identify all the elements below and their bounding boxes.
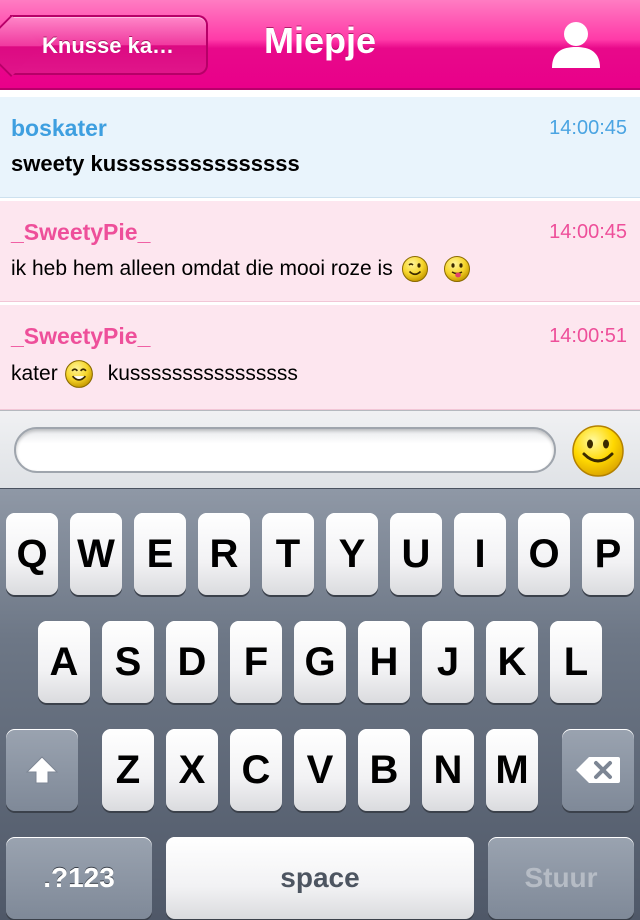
backspace-key[interactable] — [562, 729, 634, 811]
back-button-label: Knusse ka… — [42, 33, 175, 58]
key-u[interactable]: U — [390, 513, 442, 595]
message-list[interactable]: boskater 14:00:45 sweety kusssssssssssss… — [0, 92, 640, 410]
tongue-smiley-icon — [443, 255, 471, 283]
key-c[interactable]: C — [230, 729, 282, 811]
message-author[interactable]: _SweetyPie_ — [11, 323, 150, 350]
key-w[interactable]: W — [70, 513, 122, 595]
happy-smiley-icon — [64, 359, 94, 389]
key-g[interactable]: G — [294, 621, 346, 703]
message-item: _SweetyPie_ 14:00:51 kater kusssssssssss… — [0, 302, 640, 410]
shift-key[interactable] — [6, 729, 78, 811]
message-item: _SweetyPie_ 14:00:45 ik heb hem alleen o… — [0, 198, 640, 302]
key-k[interactable]: K — [486, 621, 538, 703]
message-item: boskater 14:00:45 sweety kusssssssssssss… — [0, 94, 640, 198]
key-z[interactable]: Z — [102, 729, 154, 811]
message-text: kater kussssssssssssssss — [11, 359, 298, 389]
key-o[interactable]: O — [518, 513, 570, 595]
key-x[interactable]: X — [166, 729, 218, 811]
key-p[interactable]: P — [582, 513, 634, 595]
message-text: sweety kusssssssssssssss — [11, 151, 300, 176]
message-author[interactable]: _SweetyPie_ — [11, 219, 150, 246]
message-time: 14:00:45 — [549, 117, 627, 139]
key-n[interactable]: N — [422, 729, 474, 811]
shift-arrow-icon — [25, 756, 59, 784]
message-text-part: kater — [11, 362, 58, 385]
key-b[interactable]: B — [358, 729, 410, 811]
key-e[interactable]: E — [134, 513, 186, 595]
key-s[interactable]: S — [102, 621, 154, 703]
key-y[interactable]: Y — [326, 513, 378, 595]
key-m[interactable]: M — [486, 729, 538, 811]
key-j[interactable]: J — [422, 621, 474, 703]
numbers-key[interactable]: .?123 — [6, 837, 152, 919]
key-i[interactable]: I — [454, 513, 506, 595]
key-f[interactable]: F — [230, 621, 282, 703]
message-text: ik heb hem alleen omdat die mooi roze is — [11, 255, 477, 283]
key-h[interactable]: H — [358, 621, 410, 703]
person-icon[interactable] — [548, 18, 604, 70]
message-text-part: ik heb hem alleen omdat die mooi roze is — [11, 257, 393, 280]
back-button[interactable]: Knusse ka… — [10, 15, 208, 75]
key-l[interactable]: L — [550, 621, 602, 703]
message-text-part: kussssssssssssssss — [107, 362, 298, 385]
message-time: 14:00:45 — [549, 221, 627, 243]
keyboard: Q W E R T Y U I O P A S D F G H J K L Z … — [0, 488, 640, 920]
backspace-icon — [576, 757, 620, 783]
message-input[interactable] — [14, 427, 556, 473]
key-v[interactable]: V — [294, 729, 346, 811]
message-author[interactable]: boskater — [11, 115, 107, 142]
message-time: 14:00:51 — [549, 325, 627, 347]
key-r[interactable]: R — [198, 513, 250, 595]
compose-bar — [0, 410, 640, 488]
smiley-icon[interactable] — [571, 424, 625, 478]
wink-smiley-icon — [401, 255, 429, 283]
space-key[interactable]: space — [166, 837, 474, 919]
send-key[interactable]: Stuur — [488, 837, 634, 919]
nav-bar: Knusse ka… Miepje — [0, 0, 640, 90]
key-d[interactable]: D — [166, 621, 218, 703]
key-a[interactable]: A — [38, 621, 90, 703]
key-t[interactable]: T — [262, 513, 314, 595]
key-q[interactable]: Q — [6, 513, 58, 595]
